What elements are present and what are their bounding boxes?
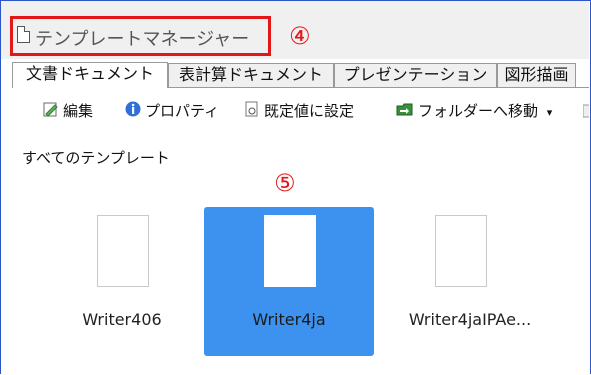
- set-default-icon: [244, 101, 260, 123]
- set-default-label: 既定値に設定: [264, 102, 355, 120]
- edit-icon: [43, 101, 59, 123]
- folder-move-icon: [396, 101, 414, 123]
- info-icon: [125, 101, 141, 123]
- window-title: テンプレートマネージャー: [35, 29, 250, 50]
- tab-text-documents[interactable]: 文書ドキュメント: [12, 62, 168, 88]
- properties-button[interactable]: プロパティ: [125, 100, 219, 122]
- marker-4: ④: [289, 22, 311, 50]
- document-thumbnail-icon: [97, 215, 149, 287]
- template-name: Writer4ja: [252, 310, 326, 329]
- document-thumbnail-icon: [264, 215, 316, 287]
- tab-presentations[interactable]: プレゼンテーション: [334, 63, 497, 87]
- chevron-down-icon[interactable]: ▾: [547, 106, 553, 119]
- tab-spreadsheets[interactable]: 表計算ドキュメント: [168, 63, 334, 87]
- properties-label: プロパティ: [145, 102, 220, 120]
- edit-button[interactable]: 編集: [43, 100, 93, 122]
- template-name: Writer4jaIPAe...: [408, 310, 532, 329]
- document-icon: [17, 26, 30, 43]
- move-to-folder-label: フォルダーへ移動: [418, 102, 539, 120]
- section-title: すべてのテンプレート: [22, 149, 170, 167]
- toolbar: 編集 プロパティ 既定値に設定 フォルダーへ移動 ▾: [12, 100, 589, 122]
- document-thumbnail-icon: [435, 215, 487, 287]
- toolbar-overflow-icon[interactable]: [583, 100, 589, 122]
- template-name: Writer406: [82, 310, 162, 329]
- tab-drawings[interactable]: 図形描画: [497, 63, 576, 87]
- template-item-selected[interactable]: Writer4ja: [204, 207, 374, 356]
- move-to-folder-button[interactable]: フォルダーへ移動 ▾: [396, 100, 552, 122]
- marker-5: ⑤: [274, 169, 296, 197]
- edit-label: 編集: [63, 102, 94, 120]
- set-default-button[interactable]: 既定値に設定: [244, 100, 354, 122]
- template-item[interactable]: Writer406: [37, 207, 207, 356]
- template-item[interactable]: Writer4jaIPAe...: [390, 207, 560, 356]
